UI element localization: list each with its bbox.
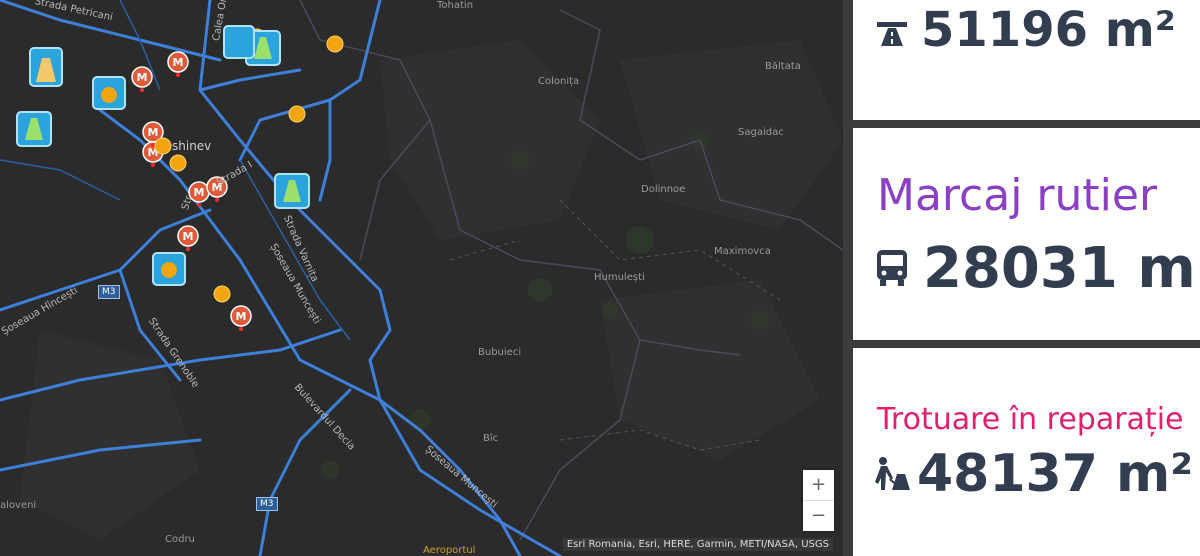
map-view[interactable]: M M M M M M M M M <box>0 0 843 556</box>
map-marker-label: M <box>194 186 205 199</box>
map-marker-label: M <box>148 126 159 139</box>
zoom-in-button[interactable]: + <box>803 470 834 500</box>
route-shield: M3 <box>98 285 120 299</box>
card-value: 51196 m² <box>921 2 1176 58</box>
map-marker-label: M <box>236 310 247 323</box>
place-label: Bubuieci <box>478 347 522 358</box>
place-label: aloveni <box>0 500 37 511</box>
map-marker-label: M <box>137 71 148 84</box>
place-label: Colonița <box>538 76 580 87</box>
card-value: 28031 m <box>923 236 1196 301</box>
card-title: Trotuare în reparație <box>877 402 1184 437</box>
place-label: Tohatin <box>437 0 474 11</box>
place-label: Bîc <box>483 433 499 444</box>
map-canvas[interactable]: M M M M M M M M M <box>0 0 843 556</box>
zoom-out-button[interactable]: − <box>803 500 834 531</box>
bus-icon <box>877 250 907 286</box>
map-marker[interactable]: M <box>230 305 252 327</box>
stat-card-sidewalks: Trotuare în reparație 48137 m² <box>853 348 1200 556</box>
stat-card-marking: Marcaj rutier 28031 m <box>853 128 1200 340</box>
map-marker[interactable]: M <box>177 225 199 247</box>
card-separator <box>853 120 1200 128</box>
place-label: Maximovca <box>714 246 771 257</box>
map-attribution[interactable]: Esri Romania, Esri, HERE, Garmin, METI/N… <box>562 538 833 551</box>
zoom-control[interactable]: + − <box>803 470 834 531</box>
place-label: Dolinnoe <box>641 184 686 195</box>
map-marker[interactable]: M <box>131 66 153 88</box>
map-marker-label: M <box>183 230 194 243</box>
highway-icon <box>877 22 907 46</box>
card-title: Marcaj rutier <box>877 170 1158 221</box>
road-worker-icon <box>875 457 910 490</box>
map-marker-label: M <box>173 56 184 69</box>
place-label: Codru <box>165 534 195 545</box>
stat-card-roads: 51196 m² <box>853 0 1200 120</box>
panel-divider <box>843 0 853 556</box>
card-value: 48137 m² <box>917 444 1193 504</box>
route-shield: M3 <box>256 497 278 511</box>
place-label: Sagaidac <box>738 127 784 138</box>
map-marker[interactable]: M <box>167 51 189 73</box>
card-separator <box>853 340 1200 348</box>
place-label: Humulești <box>594 272 645 283</box>
place-label: Aeroportul <box>423 545 476 556</box>
city-label: shinev <box>172 139 212 153</box>
place-label: Băltata <box>765 61 801 72</box>
